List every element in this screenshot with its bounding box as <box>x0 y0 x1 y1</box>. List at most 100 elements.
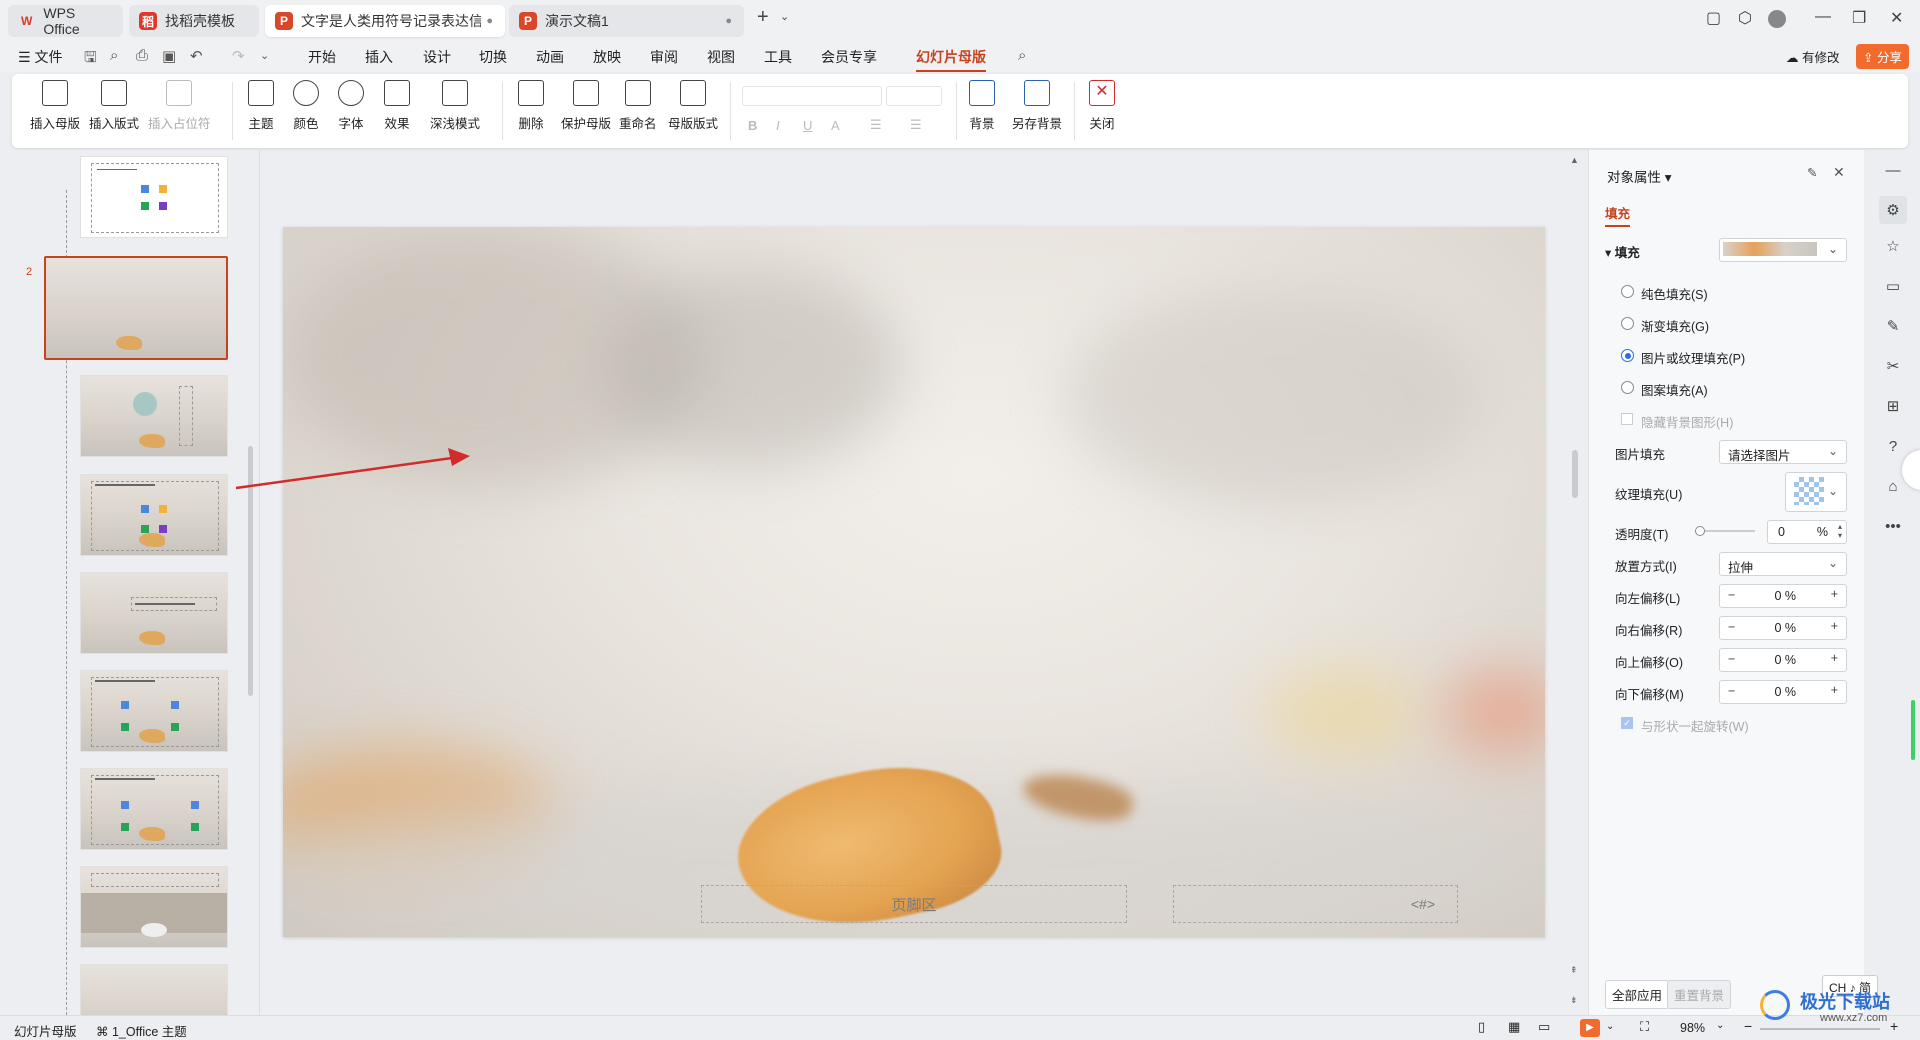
offset-right-stepper[interactable]: −0 % + <box>1719 616 1847 640</box>
canvas-scrollbar[interactable] <box>1572 450 1578 498</box>
tab-docer-templates[interactable]: 稻 找稻壳模板 <box>129 5 259 37</box>
chevron-down-icon[interactable]: ⌄ <box>260 49 269 62</box>
picture-fill-select[interactable]: 请选择图片 ⌄ <box>1719 440 1847 464</box>
undo-icon[interactable]: ↶ <box>190 47 203 65</box>
plus-icon[interactable]: + <box>1831 587 1838 601</box>
colors-button[interactable]: 颜色 <box>293 80 319 132</box>
background-button[interactable]: 背景 <box>969 80 995 132</box>
slide-thumbnail[interactable] <box>80 156 228 238</box>
close-window-icon[interactable]: ✕ <box>1890 8 1903 28</box>
help-icon[interactable]: ? <box>1883 436 1903 456</box>
close-panel-icon[interactable]: ✕ <box>1833 164 1845 181</box>
slide-thumbnail[interactable] <box>80 670 228 752</box>
tab-fill[interactable]: 填充 <box>1605 203 1631 227</box>
tab-presentation-1[interactable]: P 演示文稿1 ● <box>509 5 744 37</box>
format-painter-icon[interactable]: ⌕ <box>110 47 118 64</box>
reset-background-button[interactable]: 重置背景 <box>1667 980 1732 1009</box>
more-icon[interactable]: ••• <box>1883 516 1903 536</box>
texture-fill-select[interactable]: ⌄ <box>1785 472 1847 512</box>
fill-preview-select[interactable]: ⌄ <box>1719 238 1847 262</box>
zoom-out-icon[interactable]: − <box>1744 1018 1752 1034</box>
master-layout-button[interactable]: 母版版式 <box>668 80 718 132</box>
play-slideshow-icon[interactable]: ▶ <box>1580 1019 1600 1037</box>
zoom-slider[interactable] <box>1760 1028 1880 1030</box>
properties-settings-icon[interactable]: ⚙ <box>1879 196 1907 224</box>
avatar[interactable] <box>1768 10 1786 28</box>
restore-icon[interactable]: ❐ <box>1852 8 1866 28</box>
transparency-input[interactable]: 0% ▴ ▾ <box>1767 520 1847 544</box>
slide-thumbnail[interactable] <box>80 572 228 654</box>
plus-icon[interactable]: + <box>1831 683 1838 697</box>
file-menu[interactable]: ☰ 文件 <box>18 47 62 67</box>
fill-section-header[interactable]: ▾ 填充 <box>1605 242 1640 261</box>
menu-start[interactable]: 开始 <box>308 47 336 67</box>
menu-slideshow[interactable]: 放映 <box>593 47 621 67</box>
page-number-placeholder[interactable]: <#> <box>1173 885 1458 923</box>
modified-status[interactable]: ☁ 有修改 <box>1786 47 1840 66</box>
plus-icon[interactable]: + <box>1831 651 1838 665</box>
effects-button[interactable]: 效果 <box>384 80 410 132</box>
insert-layout-button[interactable]: 插入版式 <box>89 80 139 132</box>
slide-thumbnail[interactable] <box>80 474 228 556</box>
menu-review[interactable]: 审阅 <box>650 47 678 67</box>
print-preview-icon[interactable]: ▣ <box>162 47 176 65</box>
tab-wps-office[interactable]: W WPS Office <box>8 5 123 37</box>
apply-all-button[interactable]: 全部应用 <box>1605 980 1670 1009</box>
offset-left-stepper[interactable]: −0 % + <box>1719 584 1847 608</box>
theme-status[interactable]: ⌘ 1_Office 主题 <box>96 1021 187 1040</box>
save-icon[interactable]: 🖫 <box>84 47 97 72</box>
scroll-up-page-icon[interactable]: ⇞ <box>1570 965 1578 976</box>
radio-gradient-fill[interactable] <box>1621 317 1634 330</box>
slide-master-canvas[interactable]: 页脚区 <#> <box>283 227 1545 937</box>
book-icon[interactable]: ⊞ <box>1883 396 1903 416</box>
transparency-slider[interactable] <box>1695 526 1755 536</box>
minus-icon[interactable]: − <box>1728 620 1735 634</box>
stepper-icon[interactable]: ▴ ▾ <box>1838 522 1842 540</box>
grid-view-icon[interactable]: ▦ <box>1508 1019 1520 1035</box>
tab-current-presentation[interactable]: P 文字是人类用符号记录表达信息以 ● <box>265 5 505 37</box>
minus-icon[interactable]: − <box>1728 652 1735 666</box>
insert-placeholder-button[interactable]: 插入占位符 <box>148 80 211 132</box>
bullets-icon[interactable]: ☰ <box>870 117 882 133</box>
chevron-down-icon[interactable]: ⌄ <box>780 10 789 23</box>
rotate-with-shape-checkbox[interactable]: ✓ <box>1621 717 1633 729</box>
scroll-up-icon[interactable]: ▲ <box>1570 155 1579 165</box>
menu-transition[interactable]: 切换 <box>479 47 507 67</box>
menu-animation[interactable]: 动画 <box>536 47 564 67</box>
radio-picture-texture-fill[interactable] <box>1621 349 1634 362</box>
tools-icon[interactable]: ✂ <box>1883 356 1903 376</box>
plus-icon[interactable]: + <box>1831 619 1838 633</box>
underline-button[interactable]: U <box>803 118 812 133</box>
delete-button[interactable]: 删除 <box>518 80 544 132</box>
menu-member[interactable]: 会员专享 <box>821 47 877 67</box>
chevron-down-icon[interactable]: ⌄ <box>1716 1020 1724 1031</box>
rename-button[interactable]: 重命名 <box>619 80 657 132</box>
slide-thumbnail[interactable] <box>80 375 228 457</box>
theme-button[interactable]: 主题 <box>248 80 274 132</box>
print-icon[interactable]: ⎙ <box>136 47 148 64</box>
collapse-icon[interactable]: — <box>1883 160 1903 180</box>
minus-icon[interactable]: − <box>1728 588 1735 602</box>
font-family-select[interactable] <box>742 86 882 106</box>
scroll-down-page-icon[interactable]: ⇟ <box>1570 995 1578 1006</box>
slide-thumbnail[interactable] <box>80 866 228 948</box>
redo-icon[interactable]: ↷ <box>232 47 245 65</box>
footer-placeholder[interactable]: 页脚区 <box>701 885 1127 923</box>
gift-icon[interactable]: ⌂ <box>1883 476 1903 496</box>
slide-master-thumbnail-selected[interactable] <box>44 256 228 360</box>
menu-view[interactable]: 视图 <box>707 47 735 67</box>
comment-icon[interactable]: ▭ <box>1883 276 1903 296</box>
panel-title[interactable]: 对象属性 ▾ <box>1607 166 1672 186</box>
hide-background-checkbox[interactable] <box>1621 413 1633 425</box>
chevron-down-icon[interactable]: ⌄ <box>1606 1021 1614 1032</box>
menu-insert[interactable]: 插入 <box>365 47 393 67</box>
placement-select[interactable]: 拉伸 ⌄ <box>1719 552 1847 576</box>
offset-up-stepper[interactable]: −0 % + <box>1719 648 1847 672</box>
italic-button[interactable]: I <box>776 118 780 133</box>
ai-assistant-icon[interactable] <box>1902 450 1920 490</box>
radio-solid-fill[interactable] <box>1621 285 1634 298</box>
zoom-level[interactable]: 98% <box>1680 1021 1705 1035</box>
menu-design[interactable]: 设计 <box>423 47 451 67</box>
star-icon[interactable]: ☆ <box>1883 236 1903 256</box>
insert-master-button[interactable]: 插入母版 <box>30 80 80 132</box>
